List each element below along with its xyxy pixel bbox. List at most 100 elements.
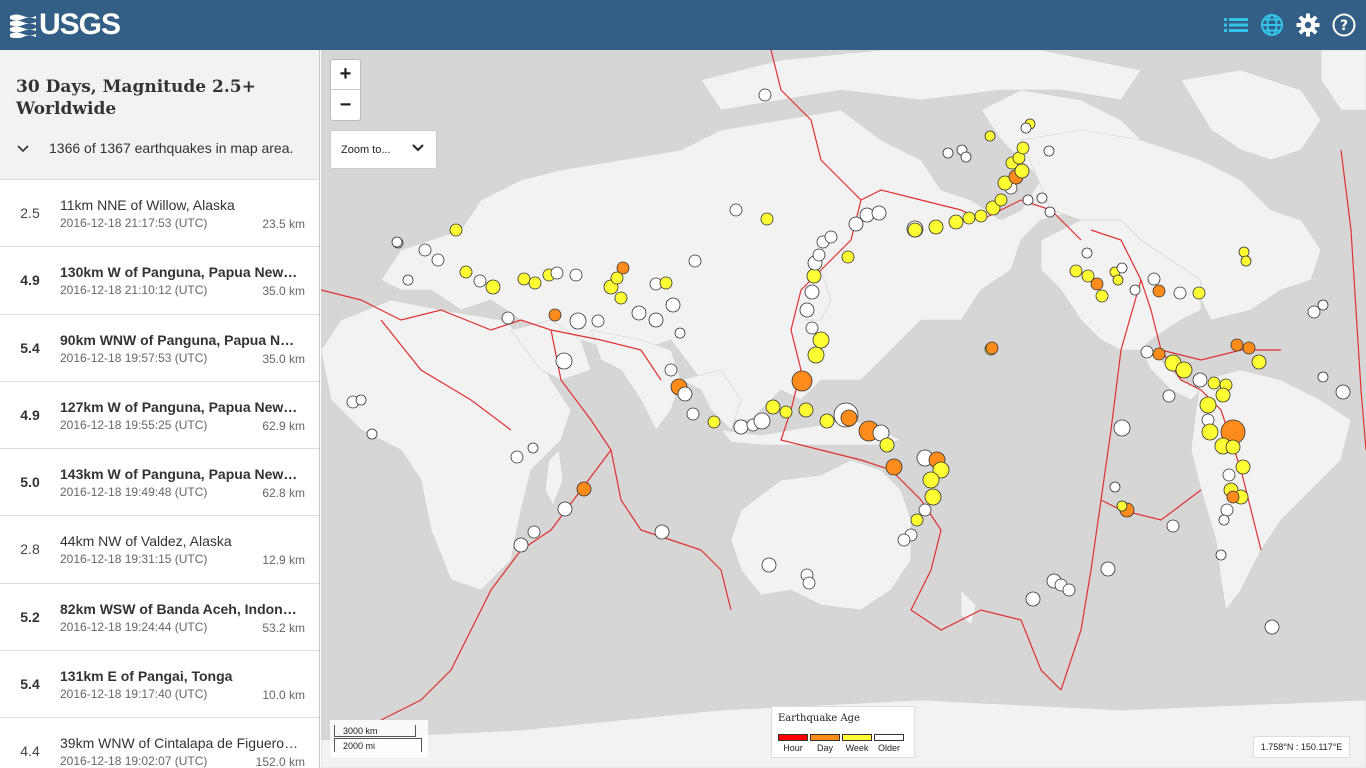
earthquake-marker[interactable] [761,557,777,573]
earthquake-marker[interactable] [1335,384,1351,400]
earthquake-marker[interactable] [576,481,592,497]
earthquake-marker[interactable] [1242,341,1256,355]
earthquake-marker[interactable] [1192,286,1206,300]
zoom-in-button[interactable]: + [331,60,360,90]
earthquake-marker[interactable] [824,230,838,244]
earthquake-marker[interactable] [485,279,501,295]
earthquake-marker[interactable] [610,271,624,285]
earthquake-marker[interactable] [1173,286,1187,300]
earthquake-marker[interactable] [517,272,531,286]
earthquake-marker[interactable] [1240,255,1252,267]
earthquake-marker[interactable] [879,437,895,453]
earthquake-marker[interactable] [1225,439,1241,455]
earthquake-marker[interactable] [1095,289,1109,303]
earthquake-marker[interactable] [355,394,367,406]
earthquake-marker[interactable] [459,265,473,279]
earthquake-marker[interactable] [1147,272,1161,286]
earthquake-marker[interactable] [779,405,793,419]
earthquake-marker[interactable] [994,193,1008,207]
earthquake-marker[interactable] [1238,246,1250,258]
earthquake-marker[interactable] [1199,396,1217,414]
earthquake-marker[interactable] [1116,262,1128,274]
earthquake-marker[interactable] [1264,619,1280,635]
earthquake-marker[interactable] [1307,305,1321,319]
earthquake-marker[interactable] [686,407,700,421]
globe-icon[interactable] [1260,10,1284,40]
earthquake-marker[interactable] [591,314,605,328]
earthquake-marker[interactable] [391,236,403,248]
earthquake-marker[interactable] [974,209,988,223]
earthquake-marker[interactable] [1207,376,1221,390]
earthquake-marker[interactable] [1116,500,1128,512]
earthquake-marker[interactable] [791,370,813,392]
earthquake-marker[interactable] [758,88,772,102]
earthquake-marker[interactable] [918,503,932,517]
earthquake-marker[interactable] [654,524,670,540]
earthquake-map[interactable]: + − Zoom to... 3000 km 2000 mi Earthquak… [321,50,1366,768]
earthquake-marker[interactable] [1113,419,1131,437]
earthquake-marker[interactable] [812,331,830,349]
earthquake-marker[interactable] [1081,247,1093,259]
earthquake-marker[interactable] [942,147,954,159]
earthquake-marker[interactable] [527,525,541,539]
earthquake-marker[interactable] [807,346,825,364]
earthquake-marker[interactable] [510,450,524,464]
earthquake-marker[interactable] [473,274,487,288]
list-icon[interactable] [1224,10,1248,40]
earthquake-list-item[interactable]: 2.5 11km NNE of Willow, Alaska 2016-12-18 … [0,180,319,248]
earthquake-marker[interactable] [897,533,911,547]
earthquake-marker[interactable] [1016,141,1030,155]
earthquake-marker[interactable] [729,203,743,217]
earthquake-marker[interactable] [798,402,814,418]
help-icon[interactable]: ? [1332,10,1356,40]
earthquake-marker[interactable] [1235,459,1251,475]
earthquake-marker[interactable] [765,399,781,415]
earthquake-marker[interactable] [557,501,573,517]
earthquake-list-item[interactable]: 5.0 143km W of Panguna, Papua New Guinea 2… [0,449,319,517]
earthquake-marker[interactable] [928,219,944,235]
earthquake-marker[interactable] [449,223,463,237]
earthquake-marker[interactable] [760,212,774,226]
earthquake-marker[interactable] [1109,481,1121,493]
earthquake-list-item[interactable]: 5.4 90km WNW of Panguna, Papua New Guinea… [0,314,319,382]
earthquake-marker[interactable] [804,284,820,300]
earthquake-marker[interactable] [1226,490,1240,504]
earthquake-marker[interactable] [840,409,858,427]
earthquake-marker[interactable] [819,413,835,429]
earthquake-marker[interactable] [1220,503,1234,517]
earthquake-marker[interactable] [1192,372,1208,388]
earthquake-marker[interactable] [1166,519,1180,533]
earthquake-marker[interactable] [885,458,903,476]
earthquake-marker[interactable] [812,248,826,262]
earthquake-list-item[interactable]: 4.9 130km W of Panguna, Papua New Guinea 2… [0,247,319,315]
earthquake-marker[interactable] [528,276,542,290]
earthquake-marker[interactable] [555,352,573,370]
earthquake-marker[interactable] [1100,561,1116,577]
earthquake-marker[interactable] [948,214,964,230]
earthquake-marker[interactable] [707,415,721,429]
earthquake-marker[interactable] [513,537,529,553]
earthquake-marker[interactable] [648,312,664,328]
earthquake-marker[interactable] [1218,514,1230,526]
earthquake-marker[interactable] [527,442,539,454]
earthquake-marker[interactable] [806,268,822,284]
earthquake-marker[interactable] [805,321,819,335]
earthquake-marker[interactable] [659,276,673,290]
earthquake-marker[interactable] [548,308,562,322]
earthquake-marker[interactable] [907,222,923,238]
earthquake-marker[interactable] [665,297,681,313]
earthquake-marker[interactable] [569,268,583,282]
earthquake-list-item[interactable]: 4.4 39km WNW of Cintalapa de Figueroa, Me… [0,718,319,768]
earthquake-marker[interactable] [1140,345,1154,359]
earthquake-marker[interactable] [1090,277,1104,291]
earthquake-marker[interactable] [501,311,515,325]
earthquake-marker[interactable] [960,151,972,163]
earthquake-marker[interactable] [366,428,378,440]
earthquake-marker[interactable] [1044,206,1056,218]
earthquake-marker[interactable] [677,386,693,402]
earthquake-marker[interactable] [1069,264,1083,278]
earthquake-marker[interactable] [1020,122,1032,134]
earthquake-marker[interactable] [1201,423,1219,441]
earthquake-marker[interactable] [1175,361,1193,379]
earthquake-marker[interactable] [1043,145,1055,157]
